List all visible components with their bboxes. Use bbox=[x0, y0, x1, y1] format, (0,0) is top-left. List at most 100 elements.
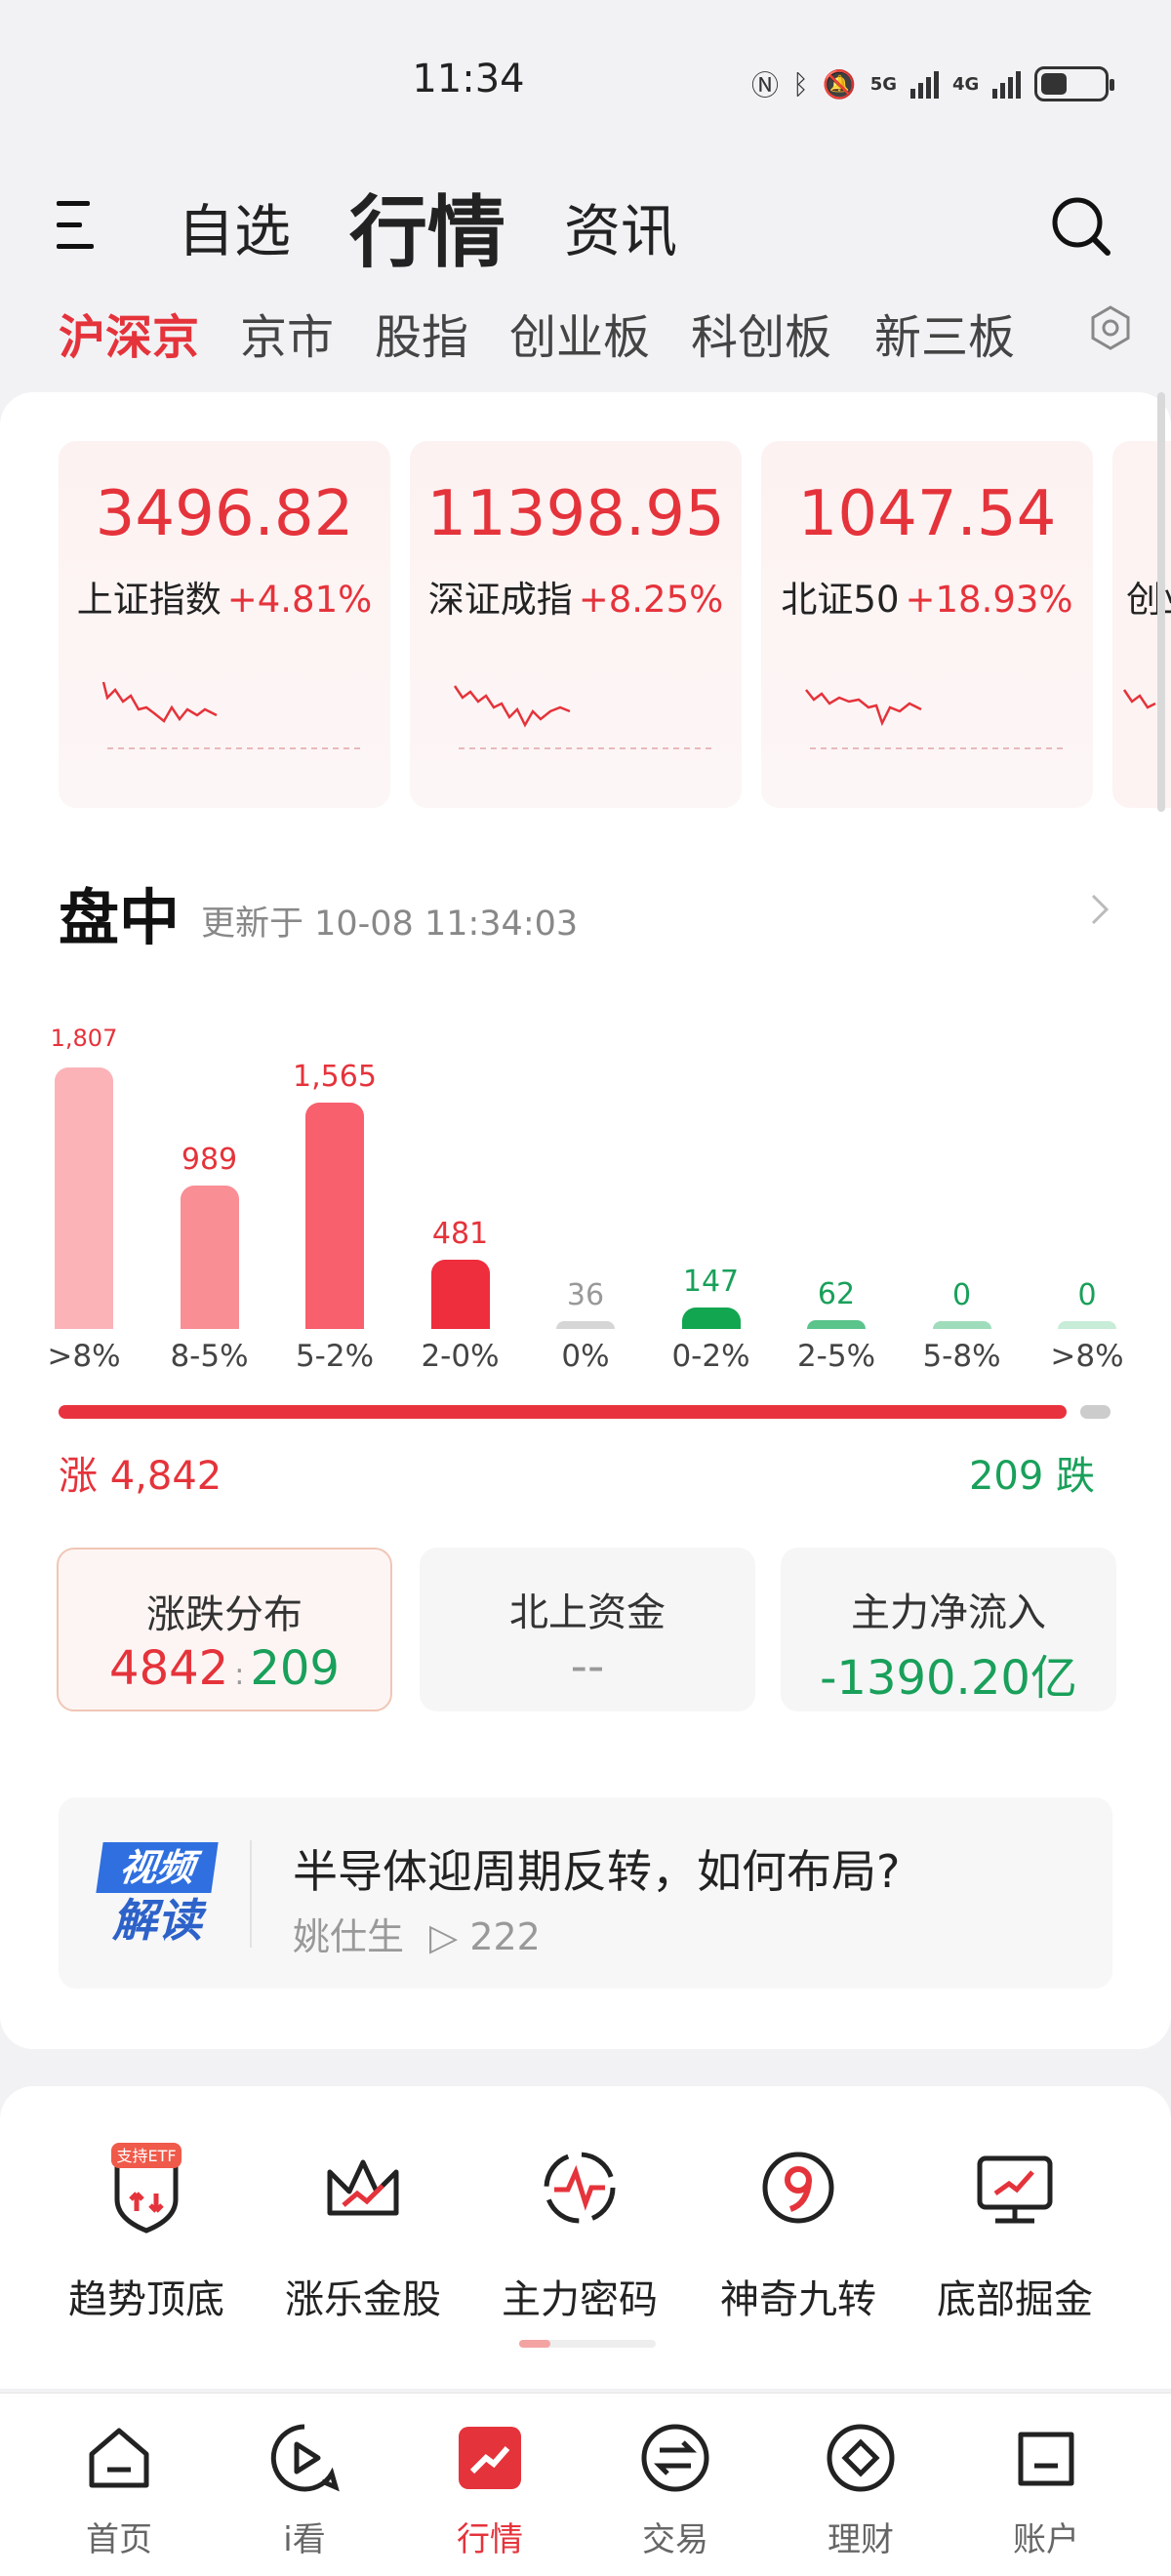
up-count: 4842 bbox=[109, 1641, 229, 1696]
tool-label: 底部掘金 bbox=[937, 2277, 1093, 2322]
stat-zhuli[interactable]: 主力净流入 -1390.20亿 bbox=[781, 1548, 1116, 1711]
mute-icon: 🔕 bbox=[822, 67, 857, 101]
bottom-nav-home[interactable]: 首页 bbox=[51, 2419, 187, 2560]
divider bbox=[250, 1840, 252, 1948]
bottom-nav-jiaoyi[interactable]: 交易 bbox=[607, 2419, 744, 2560]
stat-title: 主力净流入 bbox=[851, 1590, 1046, 1635]
tool-jingu[interactable]: 涨乐金股 bbox=[254, 2139, 472, 2324]
battery-icon bbox=[1034, 66, 1115, 101]
bottom-nav-label: 交易 bbox=[642, 2520, 708, 2559]
bottom-nav: 首页 i看 行情 交易 理财 账户 bbox=[0, 2393, 1171, 2576]
stat-value: 4842:209 bbox=[59, 1641, 390, 1696]
stat-title: 北上资金 bbox=[509, 1590, 666, 1635]
update-time: 更新于 10-08 11:34:03 bbox=[201, 905, 579, 944]
diamond-coin-icon bbox=[827, 2424, 895, 2492]
down-ratio-bar bbox=[1080, 1405, 1110, 1419]
search-icon[interactable] bbox=[1050, 195, 1112, 258]
index-value: 11398.95 bbox=[426, 478, 725, 550]
bluetooth-icon: ᛒ bbox=[792, 67, 809, 101]
tab-xinsanban[interactable]: 新三板 bbox=[874, 299, 1015, 367]
crown-icon bbox=[327, 2159, 399, 2216]
exchange-icon bbox=[641, 2424, 709, 2492]
index-change: +8.25% bbox=[578, 579, 724, 621]
index-change: +4.81% bbox=[226, 579, 373, 621]
tab-guzhi[interactable]: 股指 bbox=[375, 299, 468, 367]
bottom-nav-label: 理财 bbox=[828, 2520, 894, 2559]
index-name-line: 深证成指 +8.25% bbox=[410, 570, 742, 623]
index-card-shanghai[interactable]: 3496.82 上证指数 +4.81% bbox=[59, 441, 390, 808]
tool-zhuli[interactable]: 主力密码 bbox=[470, 2139, 689, 2324]
badge-bottom: 解读 bbox=[112, 1894, 202, 1947]
stat-value: -1390.20亿 bbox=[820, 1651, 1077, 1706]
bottom-nav-label: 首页 bbox=[86, 2520, 152, 2559]
bottom-nav-licai[interactable]: 理财 bbox=[792, 2419, 929, 2560]
badge-top: 视频 bbox=[96, 1842, 219, 1893]
up-ratio-bar bbox=[59, 1405, 1067, 1419]
tool-label: 主力密码 bbox=[502, 2277, 658, 2322]
stat-title: 涨跌分布 bbox=[146, 1592, 303, 1637]
stat-value: -- bbox=[570, 1639, 605, 1694]
index-card-shenzhen[interactable]: 11398.95 深证成指 +8.25% bbox=[410, 441, 742, 808]
home-icon bbox=[89, 2428, 149, 2488]
nav-zixuan[interactable]: 自选 bbox=[178, 185, 291, 267]
nine-icon bbox=[762, 2152, 834, 2224]
bottom-nav-ikan[interactable]: i看 bbox=[236, 2419, 373, 2560]
monitor-chart-icon bbox=[977, 2155, 1053, 2224]
index-change: +18.93% bbox=[905, 579, 1073, 621]
network-5g-label: 5G bbox=[869, 73, 898, 95]
stat-zhangdie[interactable]: 涨跌分布 4842:209 bbox=[57, 1548, 392, 1711]
video-author: 姚仕生 bbox=[293, 1915, 405, 1958]
status-icons: Ⓝ ᛒ 🔕 5G 4G bbox=[751, 60, 1115, 107]
nav-zixun[interactable]: 资讯 bbox=[564, 185, 677, 267]
index-card-beizheng50[interactable]: 1047.54 北证50 +18.93% bbox=[761, 441, 1093, 808]
tab-kechuangban[interactable]: 科创板 bbox=[691, 299, 831, 367]
down-count-label: 209 跌 bbox=[968, 1454, 1095, 1499]
separator: : bbox=[234, 1658, 245, 1692]
play-circle-icon bbox=[270, 2424, 340, 2492]
video-plays: ▷ 222 bbox=[429, 1915, 541, 1958]
chevron-right-icon[interactable] bbox=[1085, 890, 1114, 929]
bottom-nav-zhanghu[interactable]: 账户 bbox=[978, 2419, 1114, 2560]
panzhong-title: 盘中 bbox=[59, 882, 181, 953]
bottom-nav-label: 账户 bbox=[1013, 2520, 1079, 2559]
bottom-nav-label: 行情 bbox=[457, 2520, 523, 2559]
index-name: 北证50 bbox=[781, 579, 900, 621]
index-sparkline bbox=[805, 689, 1064, 749]
tool-label: 涨乐金股 bbox=[285, 2277, 441, 2322]
index-value: 1047.54 bbox=[797, 478, 1057, 550]
index-name-line: 北证50 +18.93% bbox=[761, 570, 1093, 623]
tool-dibu[interactable]: 底部掘金 bbox=[906, 2139, 1124, 2324]
tool-jiuzhuan[interactable]: 神奇九转 bbox=[689, 2139, 908, 2324]
down-count: 209 bbox=[250, 1641, 340, 1696]
etf-badge: 支持ETF bbox=[116, 2147, 176, 2165]
trend-shield-icon: 支持ETF bbox=[111, 2143, 182, 2234]
signal-icon-2 bbox=[992, 69, 1022, 99]
settings-icon[interactable] bbox=[1087, 304, 1134, 351]
page-indicator bbox=[519, 2340, 656, 2348]
video-badge-icon: 视频 解读 bbox=[96, 1842, 219, 1947]
tab-hushenjing[interactable]: 沪深京 bbox=[59, 299, 199, 367]
tool-label: 趋势顶底 bbox=[68, 2277, 224, 2322]
index-name: 上证指数 bbox=[76, 579, 222, 621]
tool-label: 神奇九转 bbox=[720, 2277, 876, 2322]
video-title: 半导体迎周期反转，如何布局? bbox=[293, 1845, 901, 1898]
scroll-indicator[interactable] bbox=[1157, 392, 1165, 812]
index-sparkline bbox=[101, 681, 361, 749]
bottom-nav-label: i看 bbox=[283, 2520, 326, 2559]
network-4g-label: 4G bbox=[952, 73, 980, 95]
index-name: 深证成指 bbox=[427, 579, 573, 621]
bottom-nav-hangqing[interactable]: 行情 bbox=[422, 2419, 558, 2560]
menu-icon[interactable] bbox=[57, 199, 100, 254]
tab-chuangyeban[interactable]: 创业板 bbox=[509, 299, 650, 367]
pulse-icon bbox=[544, 2152, 616, 2224]
stat-beishang[interactable]: 北上资金 -- bbox=[420, 1548, 755, 1711]
tool-trend[interactable]: 支持ETF 趋势顶底 bbox=[37, 2139, 256, 2324]
nav-hangqing[interactable]: 行情 bbox=[349, 170, 505, 283]
index-name-line: 上证指数 +4.81% bbox=[59, 570, 390, 623]
index-value: 3496.82 bbox=[95, 478, 354, 550]
tab-jingshi[interactable]: 京市 bbox=[240, 299, 334, 367]
market-chart-icon bbox=[459, 2427, 521, 2489]
video-card[interactable]: 视频 解读 半导体迎周期反转，如何布局? 姚仕生 ▷ 222 bbox=[59, 1797, 1112, 1989]
signal-icon bbox=[910, 69, 940, 99]
account-icon bbox=[1018, 2432, 1074, 2486]
